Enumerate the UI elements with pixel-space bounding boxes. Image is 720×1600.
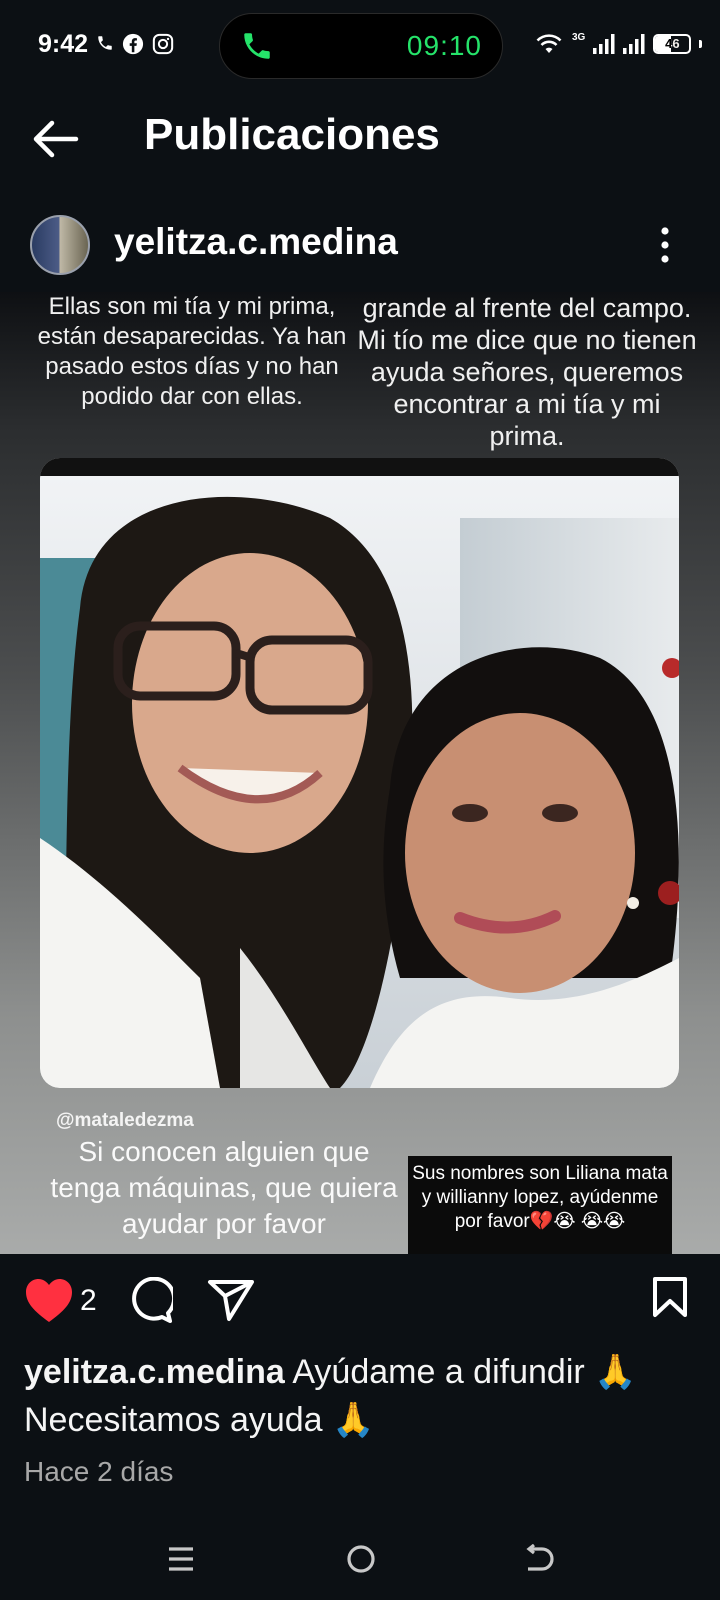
image-text-right: grande al frente del campo. Mi tío me di… — [357, 293, 697, 451]
system-indicators: 3G 46 — [534, 32, 703, 56]
network-type-label: 3G — [572, 32, 586, 43]
post-timestamp: Hace 2 días — [24, 1456, 174, 1487]
bookmark-icon[interactable] — [652, 1276, 688, 1318]
more-vertical-icon — [661, 227, 669, 263]
battery-tip — [699, 40, 703, 48]
wifi-icon — [536, 34, 562, 53]
signal-1-icon — [593, 34, 615, 54]
status-bar: 9:42 09:10 3G 46 — [0, 0, 720, 92]
recent-apps-icon[interactable] — [166, 1544, 196, 1574]
post-actions: 2 — [0, 1262, 720, 1338]
image-handle-tag: @mataledezma — [56, 1110, 194, 1131]
signal-2-icon — [623, 34, 645, 54]
like-count[interactable]: 2 — [80, 1284, 97, 1318]
more-options-button[interactable] — [655, 223, 675, 267]
page-title: Publicaciones — [144, 110, 440, 159]
caption-username[interactable]: yelitza.c.medina — [24, 1353, 285, 1391]
selfie-photo-illustration — [40, 458, 679, 1088]
post-header: yelitza.c.medina — [0, 205, 720, 291]
image-text-bottom-left: Si conocen alguien que tenga máquinas, q… — [50, 1136, 398, 1239]
battery-percent: 46 — [665, 36, 680, 51]
post-photo — [40, 458, 679, 1088]
system-nav-bar — [0, 1520, 720, 1600]
phone-notification-icon — [98, 36, 112, 50]
status-time: 9:42 — [38, 30, 89, 58]
call-timer: 09:10 — [406, 30, 482, 61]
ongoing-call-pill[interactable]: 09:10 — [219, 13, 503, 79]
back-button[interactable] — [28, 114, 82, 164]
notification-icons — [96, 33, 174, 55]
home-icon[interactable] — [346, 1544, 376, 1574]
post-caption: yelitza.c.medina Ayúdame a difundir 🙏 Ne… — [24, 1348, 704, 1444]
post-media[interactable]: Ellas son mi tía y mi prima, están desap… — [0, 292, 720, 1254]
avatar[interactable] — [30, 215, 90, 275]
instagram-notification-icon — [152, 33, 174, 55]
top-app-bar: Publicaciones — [0, 100, 720, 176]
heart-icon[interactable] — [24, 1278, 74, 1324]
call-phone-icon — [244, 33, 270, 59]
comment-icon[interactable] — [127, 1277, 173, 1323]
arrow-left-icon — [33, 120, 79, 158]
post-username[interactable]: yelitza.c.medina — [114, 221, 398, 263]
paper-plane-icon[interactable] — [207, 1278, 255, 1322]
system-back-icon[interactable] — [524, 1544, 554, 1574]
battery-icon: 46 — [653, 34, 692, 54]
image-names-box: Sus nombres son Liliana mata y willianny… — [408, 1156, 672, 1254]
image-text-left: Ellas son mi tía y mi prima, están desap… — [37, 293, 347, 410]
facebook-notification-icon — [122, 33, 144, 55]
